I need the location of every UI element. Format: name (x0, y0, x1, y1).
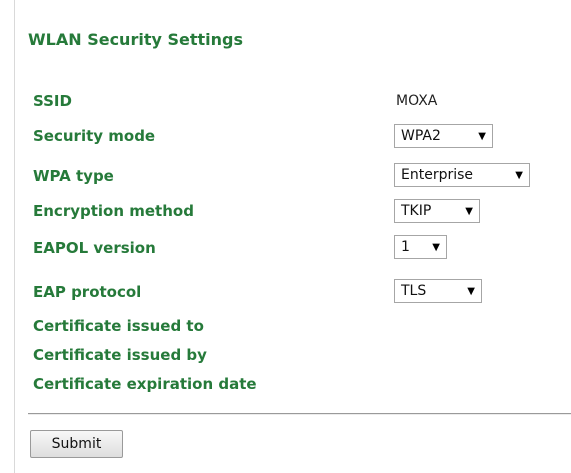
divider (28, 413, 571, 415)
chevron-down-icon: ▼ (515, 169, 523, 181)
eapol-version-value: 1 (401, 239, 410, 255)
ssid-value: MOXA (396, 93, 438, 109)
submit-button[interactable]: Submit (30, 430, 123, 458)
cert-expiration-label: Certificate expiration date (33, 375, 257, 393)
cert-issued-by-label: Certificate issued by (33, 346, 207, 364)
section-title: WLAN Security Settings (28, 30, 243, 49)
wpa-type-value: Enterprise (401, 167, 474, 183)
eapol-version-label: EAPOL version (33, 239, 156, 257)
chevron-down-icon: ▼ (465, 205, 473, 217)
encryption-method-select[interactable]: TKIP ▼ (394, 199, 480, 223)
eap-protocol-label: EAP protocol (33, 283, 142, 301)
encryption-method-value: TKIP (401, 203, 432, 219)
encryption-method-label: Encryption method (33, 202, 194, 220)
cert-issued-to-label: Certificate issued to (33, 317, 204, 335)
eap-protocol-value: TLS (401, 283, 427, 299)
eapol-version-select[interactable]: 1 ▼ (394, 235, 447, 259)
wpa-type-select[interactable]: Enterprise ▼ (394, 163, 530, 187)
chevron-down-icon: ▼ (478, 130, 486, 142)
wpa-type-label: WPA type (33, 167, 114, 185)
ssid-label: SSID (33, 92, 72, 110)
security-mode-value: WPA2 (401, 128, 441, 144)
security-mode-select[interactable]: WPA2 ▼ (394, 124, 493, 148)
security-mode-label: Security mode (33, 127, 156, 145)
settings-panel (14, 0, 571, 473)
chevron-down-icon: ▼ (467, 285, 475, 297)
eap-protocol-select[interactable]: TLS ▼ (394, 279, 482, 303)
chevron-down-icon: ▼ (432, 241, 440, 253)
